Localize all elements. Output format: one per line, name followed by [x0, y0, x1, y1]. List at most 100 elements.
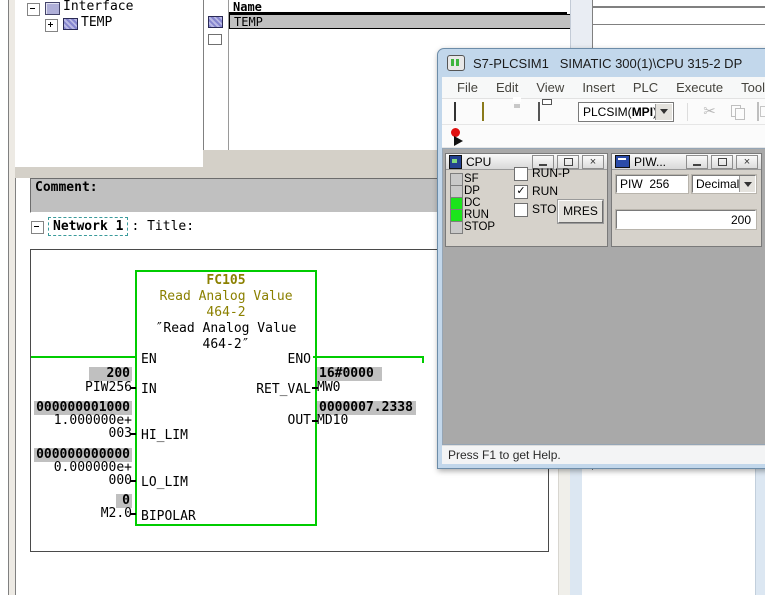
rail-left — [31, 356, 135, 358]
piw-address-input[interactable]: PIW 256 — [616, 175, 688, 193]
restore-icon — [564, 158, 573, 166]
table-row-temp[interactable]: TEMP — [229, 14, 571, 29]
plcsim-toolbar-row2 — [442, 125, 765, 148]
port-out: OUT — [288, 414, 311, 427]
menu-edit[interactable]: Edit — [487, 77, 527, 98]
led-label-sf: SF — [464, 173, 479, 185]
menu-tools[interactable]: Tools — [732, 77, 765, 98]
led-stop — [450, 221, 463, 234]
piw-close-button[interactable]: × — [736, 155, 758, 169]
close-icon: × — [590, 157, 596, 167]
operand-in[interactable]: PIW256 — [33, 381, 132, 394]
wire-hi-lim — [130, 433, 136, 435]
operand-ret-val[interactable]: MW0 — [317, 381, 427, 394]
checkbox-label-run[interactable]: RUN — [532, 185, 558, 198]
combo-value: PLCSIM(MPI) — [583, 105, 657, 119]
rail-right — [313, 356, 424, 358]
interface-combobox[interactable]: PLCSIM(MPI) — [578, 102, 674, 122]
piw-panel-title: PIW... — [634, 155, 686, 169]
menu-plc[interactable]: PLC — [624, 77, 667, 98]
row-empty-icon — [208, 34, 222, 45]
close-icon: × — [744, 157, 750, 167]
operand-hi-lim-line2[interactable]: 003 — [33, 427, 132, 440]
menu-execute[interactable]: Execute — [667, 77, 732, 98]
plcsim-client-area: File Edit View Insert PLC Execute Tools … — [442, 77, 765, 464]
window-border-strip — [570, 467, 582, 595]
print-button[interactable] — [538, 103, 555, 120]
plcsim-window-title: S7-PLCSIM1 SIMATIC 300(1)\CPU 315-2 DP — [473, 56, 742, 71]
port-hi-lim: HI_LIM — [141, 429, 188, 442]
plcsim-titlebar[interactable]: S7-PLCSIM1 SIMATIC 300(1)\CPU 315-2 DP — [438, 49, 765, 77]
piw-format-select[interactable]: Decimal — [692, 175, 756, 193]
status-text: Press F1 to get Help. — [448, 448, 561, 462]
cpu-panel-icon — [449, 155, 462, 169]
row-declaration-icon — [208, 16, 223, 28]
menu-insert[interactable]: Insert — [573, 77, 624, 98]
tree-item-interface[interactable]: Interface — [63, 0, 133, 14]
cpu-panel[interactable]: CPU × SF DP DC RUN STOP R — [445, 153, 608, 247]
plcsim-window[interactable]: S7-PLCSIM1 SIMATIC 300(1)\CPU 315-2 DP F… — [437, 48, 765, 469]
piw-format-dropdown-button[interactable] — [739, 176, 755, 192]
monitor-value-in: 200 — [33, 367, 132, 381]
piw-panel-icon — [615, 155, 630, 168]
tree-collapse-box[interactable] — [27, 3, 40, 16]
led-label-stop: STOP — [464, 221, 495, 233]
checkbox-run-p[interactable] — [514, 167, 528, 181]
screen: Interface TEMP Name TEMP Comment: Networ… — [0, 0, 765, 595]
combo-dropdown-button[interactable] — [655, 104, 672, 120]
plcsim-toolbar: PLCSIM(MPI) ✂ — [442, 99, 765, 125]
port-en: EN — [141, 353, 157, 366]
plcsim-statusbar: Press F1 to get Help. — [442, 445, 765, 464]
paste-button[interactable] — [757, 103, 765, 120]
operand-bipolar[interactable]: M2.0 — [33, 507, 132, 520]
port-lo-lim: LO_LIM — [141, 476, 188, 489]
wire-in — [130, 387, 136, 389]
cut-button[interactable]: ✂ — [701, 103, 718, 120]
led-label-dp: DP — [464, 185, 480, 197]
plcsim-menubar: File Edit View Insert PLC Execute Tools … — [442, 77, 765, 99]
new-file-button[interactable] — [454, 103, 471, 120]
piw-panel[interactable]: PIW... × PIW 256 Decimal 200 — [611, 153, 762, 247]
right-edge-strip — [755, 467, 765, 595]
block-symbol-line1: Read Analog Value — [137, 290, 315, 304]
tree-expand-box[interactable] — [45, 19, 58, 32]
piw-value-field[interactable]: 200 — [616, 210, 756, 229]
checkbox-run[interactable]: ✓ — [514, 185, 528, 199]
network-label[interactable]: Network 1 — [48, 217, 128, 236]
monitor-toggle-button[interactable] — [449, 127, 467, 145]
wire-lo-lim — [130, 480, 136, 482]
save-button[interactable] — [510, 103, 527, 120]
menu-view[interactable]: View — [527, 77, 573, 98]
checkbox-stop[interactable] — [514, 203, 528, 217]
led-label-run: RUN — [464, 209, 489, 221]
monitor-value-ret-val: 16#0000 — [317, 367, 427, 381]
open-file-button[interactable] — [482, 103, 499, 120]
checkbox-label-run-p[interactable]: RUN-P — [532, 167, 570, 180]
cpu-close-button[interactable]: × — [582, 155, 604, 169]
led-label-dc: DC — [464, 197, 481, 209]
declaration-tree-pane[interactable]: Interface TEMP — [15, 0, 203, 168]
rail-end-tick — [422, 356, 424, 363]
menu-file[interactable]: File — [448, 77, 487, 98]
port-ret-val: RET_VAL — [256, 383, 311, 396]
port-bipolar: BIPOLAR — [141, 510, 196, 523]
port-eno: ENO — [288, 353, 311, 366]
copy-button[interactable] — [729, 103, 746, 120]
operand-lo-lim-line2[interactable]: 000 — [33, 474, 132, 487]
chevron-down-icon — [660, 109, 668, 114]
toolbar-separator — [687, 103, 688, 121]
wire-bipolar — [130, 513, 136, 515]
mres-button[interactable]: MRES — [558, 200, 603, 223]
operand-out[interactable]: MD10 — [317, 414, 427, 427]
piw-minimize-button[interactable] — [686, 155, 708, 169]
network-title-label[interactable]: : Title: — [128, 217, 194, 236]
network-collapse-box[interactable] — [31, 221, 44, 234]
network-header: Network 1 : Title: — [48, 217, 194, 236]
fc105-block[interactable]: FC105 Read Analog Value 464-2 ″Read Anal… — [135, 270, 317, 526]
piw-panel-titlebar[interactable]: PIW... × — [612, 154, 761, 170]
piw-restore-button[interactable] — [711, 155, 733, 169]
check-icon: ✓ — [515, 186, 527, 197]
tree-item-temp[interactable]: TEMP — [81, 16, 112, 30]
plcsim-mdi-area: CPU × SF DP DC RUN STOP R — [442, 148, 765, 445]
interface-folder-icon — [45, 2, 60, 15]
